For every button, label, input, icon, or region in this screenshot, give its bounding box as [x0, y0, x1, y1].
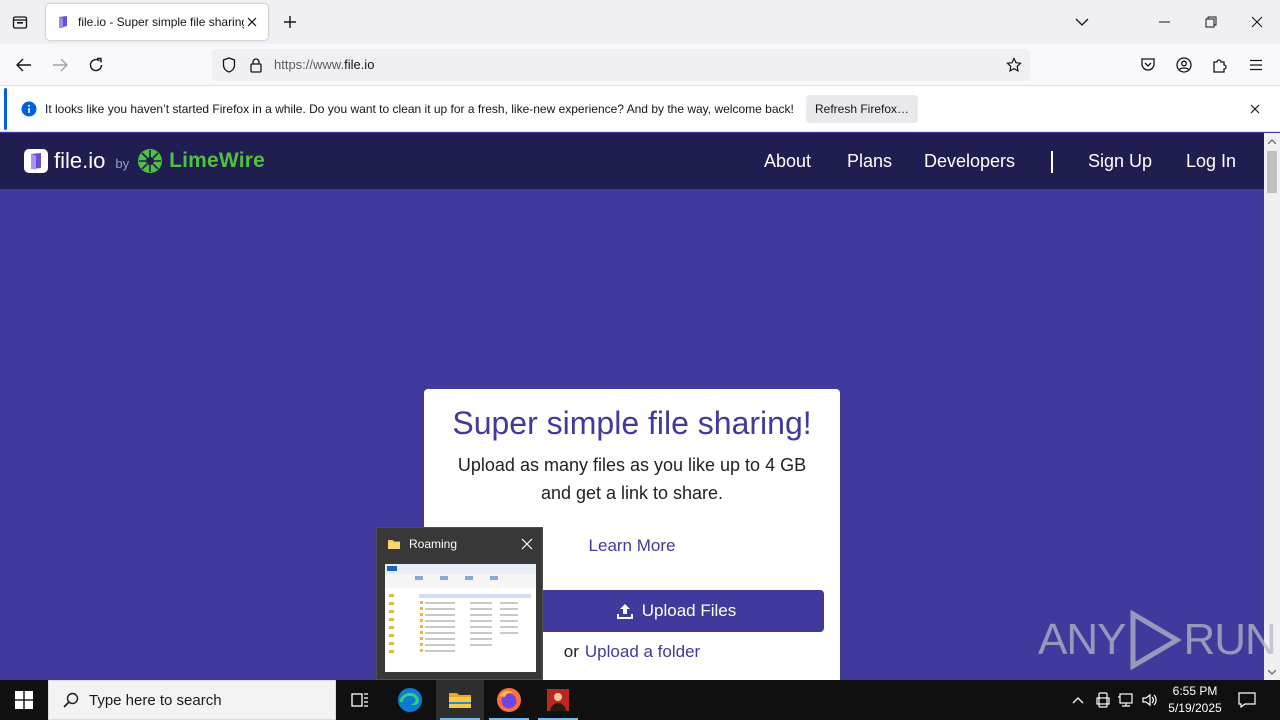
card-title: Super simple file sharing! [452, 405, 812, 441]
nav-about-link[interactable]: About [764, 151, 811, 172]
limewire-text: LimeWire [169, 149, 266, 172]
edge-browser-icon[interactable] [386, 680, 434, 720]
action-center-icon[interactable] [1236, 690, 1258, 710]
folder-icon [388, 540, 400, 549]
taskbar-search-box[interactable]: Type here to search [48, 680, 336, 720]
tracking-protection-shield-icon[interactable] [221, 57, 237, 73]
show-hidden-icons-chevron-icon[interactable] [1068, 690, 1088, 710]
fileio-logo-icon [24, 149, 48, 173]
upload-files-button[interactable]: Upload Files [528, 590, 824, 632]
thumbnail-window-image [385, 564, 536, 672]
url-bar[interactable]: https://www.file.io [212, 49, 1030, 81]
page-viewport: file.io by LimeWire About Plans Develope… [0, 133, 1264, 680]
network-icon[interactable] [1116, 690, 1136, 710]
nav-log-in-link[interactable]: Log In [1186, 151, 1236, 172]
forward-icon[interactable] [46, 52, 74, 78]
upload-files-label: Upload Files [641, 601, 737, 620]
nav-developers-link[interactable]: Developers [924, 151, 1015, 172]
scroll-up-icon[interactable] [1264, 133, 1280, 149]
firefox-icon[interactable] [485, 680, 533, 720]
page-scrollbar[interactable] [1264, 133, 1280, 680]
explorer-thumbnail-preview[interactable]: Roaming [376, 527, 543, 680]
refresh-firefox-button[interactable]: Refresh Firefox… [806, 95, 918, 123]
windows-taskbar: Type here to search 6:55 PM 5/19/2025 [0, 680, 1280, 720]
close-window-icon[interactable] [1234, 0, 1280, 44]
bookmark-star-icon[interactable] [1006, 57, 1022, 73]
fileio-favicon-icon [59, 16, 67, 28]
pocket-icon[interactable] [1134, 52, 1162, 78]
logo-by-text: by [115, 155, 130, 171]
upload-icon [616, 604, 633, 619]
watermark-text-left: ANY [1038, 615, 1126, 664]
anyrun-watermark: ANY RUN [1038, 608, 1277, 672]
thumbnail-title: Roaming [409, 537, 458, 551]
watermark-text-right: RUN [1183, 615, 1276, 664]
tab-close-icon[interactable] [244, 14, 260, 30]
browser-tab-active[interactable]: file.io - Super simple file sharing [46, 4, 268, 40]
search-placeholder: Type here to search [89, 691, 222, 709]
nav-sign-up-link[interactable]: Sign Up [1088, 151, 1152, 172]
or-text: or [563, 642, 579, 661]
logo-text: file.io [54, 148, 106, 173]
url-text: https://www.file.io [274, 57, 375, 72]
notification-accent-bar [4, 88, 7, 130]
menu-hamburger-icon[interactable] [1242, 52, 1270, 78]
play-triangle-icon [1130, 610, 1183, 670]
thumbnail-header: Roaming [387, 536, 457, 552]
browser-tabbar: file.io - Super simple file sharing [0, 0, 1280, 44]
task-view-icon[interactable] [336, 680, 384, 720]
firefox-refresh-notification: It looks like you haven’t started Firefo… [0, 86, 1280, 132]
browser-navbar: https://www.file.io [0, 44, 1280, 86]
new-tab-icon[interactable] [280, 12, 300, 32]
site-header: file.io by LimeWire About Plans Develope… [0, 133, 1264, 189]
windows-start-icon[interactable] [0, 680, 48, 720]
minimize-window-icon[interactable] [1142, 0, 1188, 44]
firefox-view-icon[interactable] [8, 11, 32, 33]
scroll-thumb[interactable] [1267, 151, 1277, 193]
limewire-logo-icon [138, 149, 163, 173]
notification-close-icon[interactable] [1246, 100, 1264, 118]
card-subtitle: Upload as many files as you like up to 4… [457, 455, 807, 503]
volume-icon[interactable] [1140, 690, 1160, 710]
extensions-icon[interactable] [1206, 52, 1234, 78]
info-icon [21, 101, 37, 117]
taskbar-clock[interactable]: 6:55 PM 5/19/2025 [1164, 683, 1226, 717]
lock-icon[interactable] [248, 57, 264, 73]
notification-text: It looks like you haven’t started Firefo… [45, 102, 794, 116]
clock-date: 5/19/2025 [1168, 701, 1222, 715]
file-explorer-icon[interactable] [436, 680, 484, 720]
site-logo[interactable]: file.io by LimeWire [24, 148, 265, 174]
device-tray-icon[interactable] [1093, 690, 1113, 710]
nav-divider [1051, 151, 1053, 173]
restore-window-icon[interactable] [1188, 0, 1234, 44]
tab-title: file.io - Super simple file sharing [78, 15, 244, 29]
unknown-app-icon[interactable] [534, 680, 582, 720]
list-all-tabs-icon[interactable] [1072, 12, 1092, 32]
upload-folder-link[interactable]: Upload a folder [585, 642, 700, 661]
search-icon [63, 692, 79, 708]
nav-plans-link[interactable]: Plans [847, 151, 892, 172]
account-icon[interactable] [1170, 52, 1198, 78]
reload-icon[interactable] [82, 52, 110, 78]
back-icon[interactable] [10, 52, 38, 78]
thumbnail-close-icon[interactable] [519, 536, 535, 552]
clock-time: 6:55 PM [1172, 684, 1218, 698]
